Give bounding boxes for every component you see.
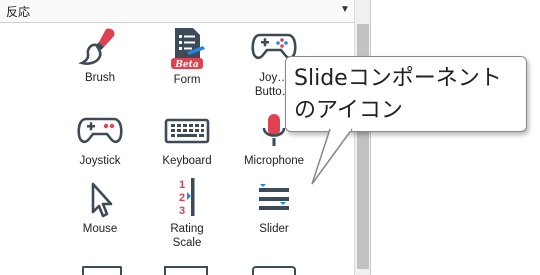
next-component-partial[interactable]	[252, 266, 296, 275]
component-label: Rating Scale	[170, 223, 204, 249]
rating-number: 2	[179, 192, 185, 204]
component-keyboard[interactable]: Keyboard	[147, 112, 227, 168]
rating-number: 3	[179, 205, 185, 217]
component-rating-scale[interactable]: 1 2 3 Rating Scale	[147, 176, 227, 250]
component-label: Brush	[84, 72, 116, 84]
mouse-cursor-icon	[91, 182, 113, 218]
paintbrush-icon	[78, 28, 115, 65]
joystick-icon	[77, 117, 123, 144]
callout-text: Slideコンポーネント のアイコン	[294, 66, 502, 123]
component-mouse[interactable]: Mouse	[60, 180, 140, 236]
category-title: 反応	[6, 5, 31, 19]
callout-pointer	[311, 128, 353, 185]
component-joystick[interactable]: Joystick	[60, 112, 140, 168]
component-form[interactable]: Beta Form	[147, 25, 227, 87]
rating-number: 1	[179, 179, 185, 191]
component-brush[interactable]: Brush	[60, 25, 140, 85]
component-label: Joystick	[79, 155, 121, 167]
keyboard-icon	[164, 118, 210, 144]
callout-annotation: Slideコンポーネント のアイコン	[285, 56, 527, 132]
component-label: Mouse	[82, 223, 118, 235]
next-component-partial[interactable]	[164, 266, 208, 275]
component-label: Slider	[259, 223, 289, 235]
category-header[interactable]: 反応 ▼	[0, 0, 354, 23]
component-label: Keyboard	[162, 155, 212, 167]
slider-icon	[259, 184, 289, 210]
beta-badge: Beta	[174, 60, 198, 70]
collapse-arrow-icon[interactable]: ▼	[340, 4, 350, 15]
next-component-partial[interactable]	[82, 266, 122, 275]
rating-scale-icon: 1 2 3	[179, 178, 195, 217]
component-label: Form	[173, 74, 201, 86]
form-icon: Beta	[171, 28, 205, 70]
component-slider[interactable]: Slider	[234, 180, 314, 236]
